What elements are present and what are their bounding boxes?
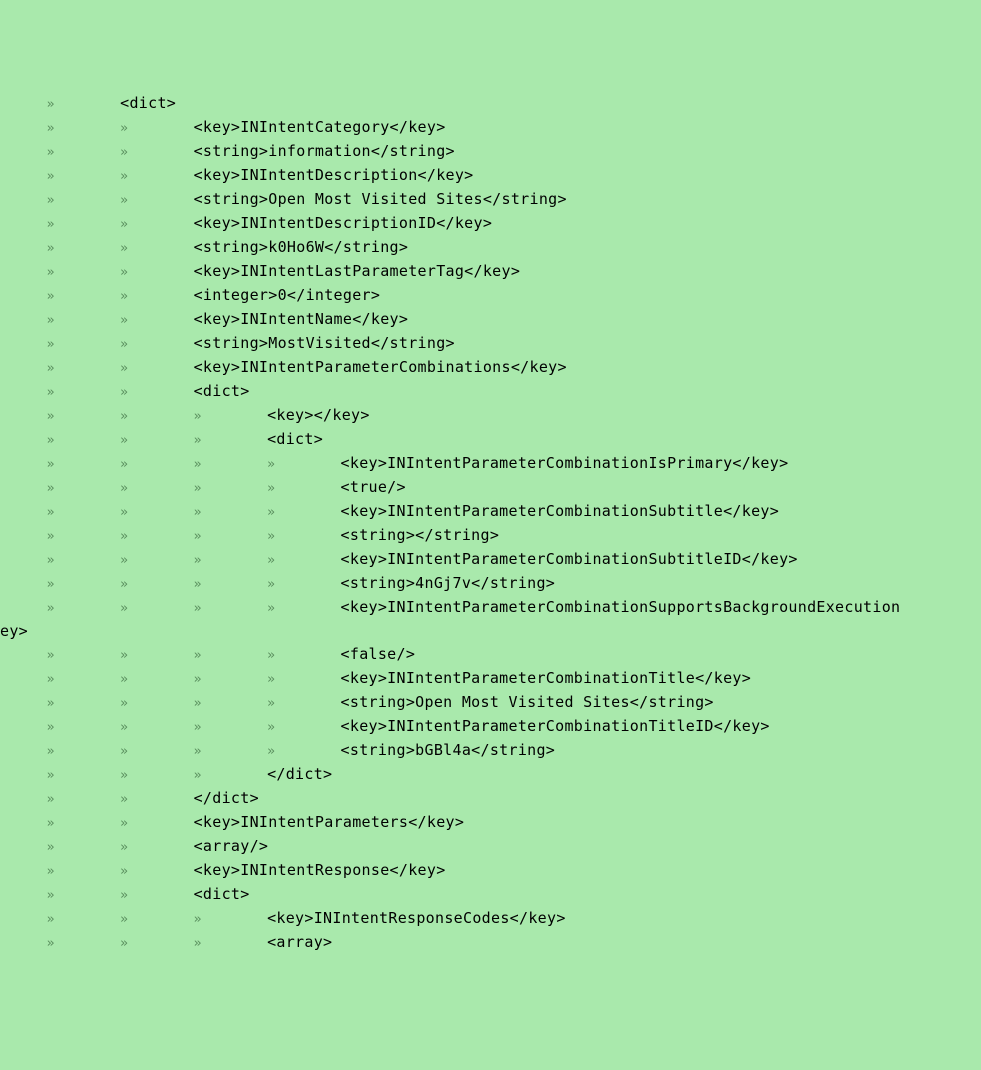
code-text: <string></string> [341,526,500,544]
code-text: <string>MostVisited</string> [194,334,455,352]
code-line: » » » » <string>4nGj7v</string> [0,572,981,596]
code-line: » » » <key>INIntentResponseCodes</key> [0,907,981,931]
code-text: <dict> [120,94,176,112]
code-text: <key>INIntentParameterCombinationSubtitl… [341,502,780,520]
plist-code-block: » <dict> » » <key>INIntentCategory</key>… [0,92,981,955]
code-text: <string>bGBl4a</string> [341,741,556,759]
code-text: <key>INIntentDescriptionID</key> [194,214,493,232]
code-line: » » <key>INIntentDescription</key> [0,164,981,188]
code-text: <integer>0</integer> [194,286,381,304]
code-text: <key>INIntentParameterCombinationSupport… [341,598,901,616]
code-line: » » <key>INIntentCategory</key> [0,116,981,140]
code-text: <false/> [341,645,416,663]
code-line: » » <key>INIntentParameterCombinations</… [0,356,981,380]
code-text: <key>INIntentName</key> [194,310,409,328]
code-text: <key>INIntentResponseCodes</key> [267,909,566,927]
code-line: » » » » <string></string> [0,524,981,548]
code-wrap-text: ey> [0,622,28,640]
code-line: » » <dict> [0,883,981,907]
code-text: <true/> [341,478,406,496]
code-text: <array> [267,933,332,951]
code-text: </dict> [194,789,259,807]
code-text: <string>Open Most Visited Sites</string> [341,693,714,711]
code-line: » » <array/> [0,835,981,859]
code-text: <key>INIntentParameterCombinationTitleID… [341,717,770,735]
code-text: <string>4nGj7v</string> [341,574,556,592]
code-text: </dict> [267,765,332,783]
code-line: » » » <array> [0,931,981,955]
code-text: <key>INIntentParameterCombinationIsPrima… [341,454,789,472]
code-line: » » <key>INIntentLastParameterTag</key> [0,260,981,284]
code-line: » » » » <false/> [0,643,981,667]
code-text: <dict> [194,382,250,400]
code-text: <string>k0Ho6W</string> [194,238,409,256]
code-line: » » » » <key>INIntentParameterCombinatio… [0,548,981,572]
code-line: » » » » <string>Open Most Visited Sites<… [0,691,981,715]
code-line: » » <key>INIntentParameters</key> [0,811,981,835]
code-line: » » </dict> [0,787,981,811]
code-line: » » <key>INIntentResponse</key> [0,859,981,883]
code-line: » » <key>INIntentName</key> [0,308,981,332]
code-line: » » <dict> [0,380,981,404]
code-line: » <dict> [0,92,981,116]
code-text: <key>INIntentParameterCombinationTitle</… [341,669,752,687]
code-line: » » » » <key>INIntentParameterCombinatio… [0,500,981,524]
code-text: <key>INIntentParameterCombinations</key> [194,358,567,376]
code-line: » » » » <key>INIntentParameterCombinatio… [0,715,981,739]
code-line: » » » » <key>INIntentParameterCombinatio… [0,452,981,476]
code-line: » » » » <key>INIntentParameterCombinatio… [0,596,981,620]
code-line: » » » </dict> [0,763,981,787]
code-text: <key>INIntentLastParameterTag</key> [194,262,521,280]
code-text: <dict> [267,430,323,448]
code-line: » » » <key></key> [0,404,981,428]
code-line: » » » » <key>INIntentParameterCombinatio… [0,667,981,691]
code-line: » » <string>information</string> [0,140,981,164]
code-line: » » <string>MostVisited</string> [0,332,981,356]
code-text: <string>Open Most Visited Sites</string> [194,190,567,208]
code-line: » » » » <true/> [0,476,981,500]
code-line: » » <key>INIntentDescriptionID</key> [0,212,981,236]
code-text: <key>INIntentDescription</key> [194,166,474,184]
code-line: » » <string>Open Most Visited Sites</str… [0,188,981,212]
code-line: » » » » <string>bGBl4a</string> [0,739,981,763]
code-text: <key></key> [267,406,370,424]
code-line: » » <string>k0Ho6W</string> [0,236,981,260]
code-text: <string>information</string> [194,142,455,160]
code-line: » » <integer>0</integer> [0,284,981,308]
code-text: <key>INIntentParameterCombinationSubtitl… [341,550,798,568]
code-text: <dict> [194,885,250,903]
code-line: » » » <dict> [0,428,981,452]
code-text: <key>INIntentParameters</key> [194,813,465,831]
code-text: <key>INIntentCategory</key> [194,118,446,136]
code-line-wrap: ey> [0,620,981,643]
code-text: <key>INIntentResponse</key> [194,861,446,879]
code-text: <array/> [194,837,269,855]
